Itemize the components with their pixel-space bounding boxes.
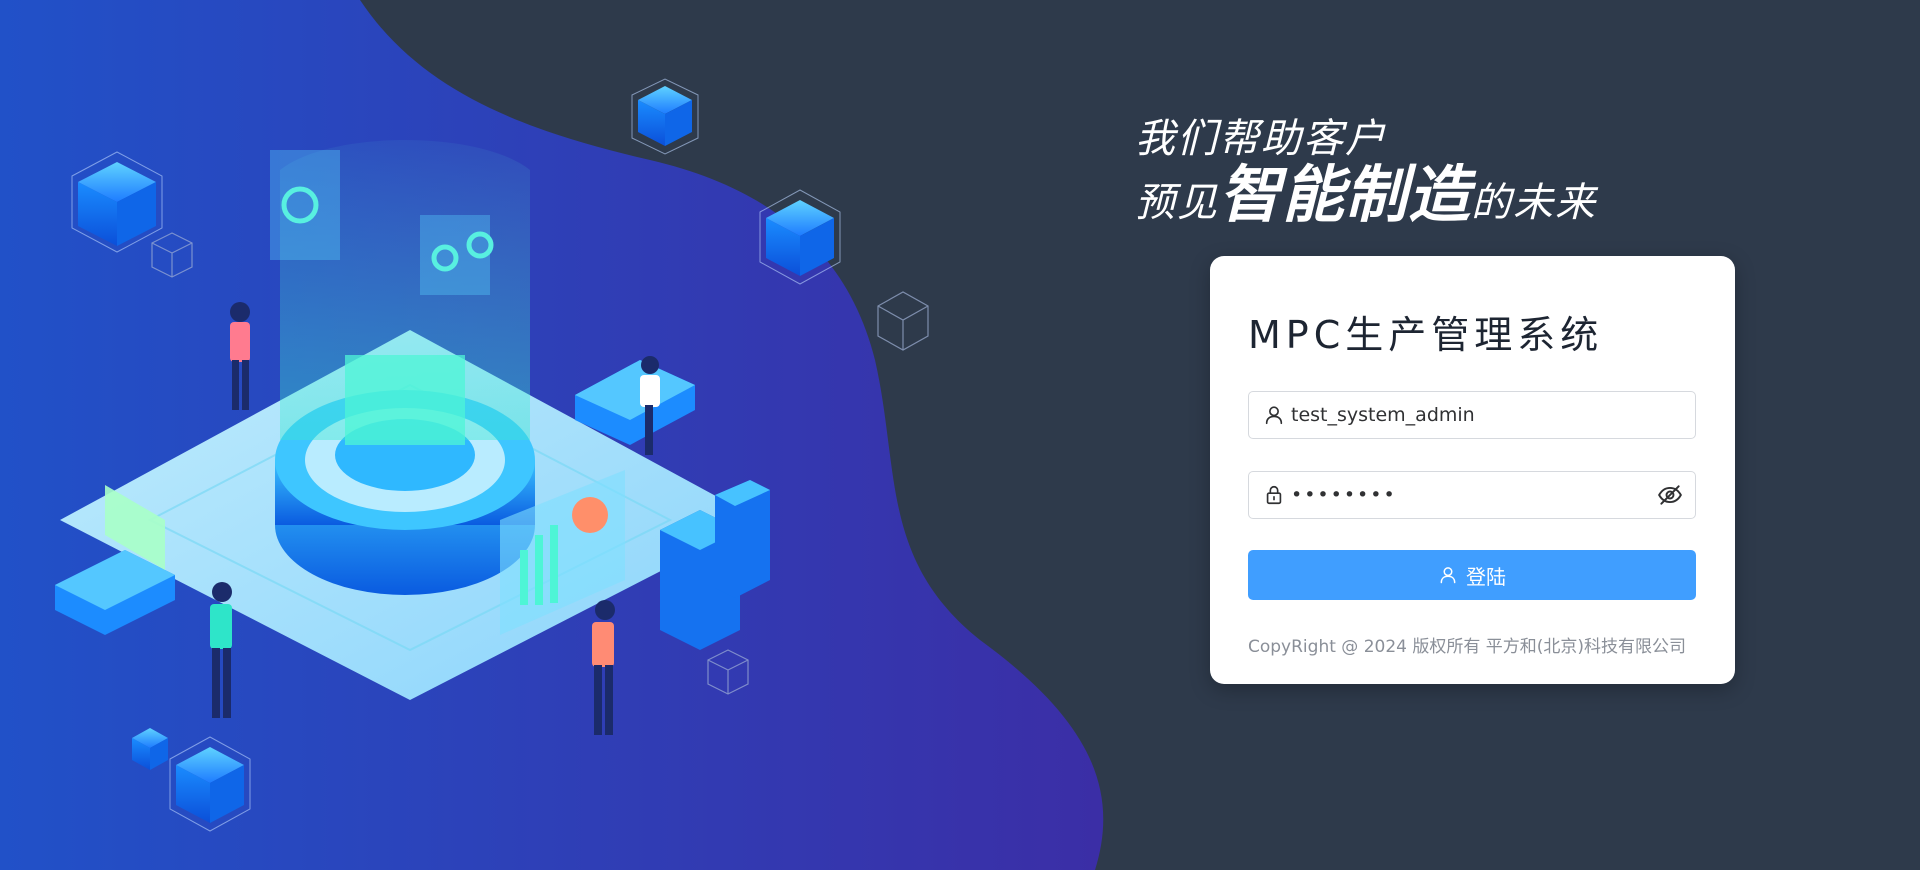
password-field[interactable] bbox=[1248, 471, 1696, 519]
user-icon bbox=[1440, 567, 1456, 584]
login-button-label: 登陆 bbox=[1466, 564, 1506, 589]
slogan-prefix: 预见 bbox=[1135, 180, 1219, 226]
slogan-emphasis: 智能制造 bbox=[1219, 158, 1472, 231]
login-title: MPC生产管理系统 bbox=[1248, 313, 1604, 357]
login-card: MPC生产管理系统 test_system_admin •••••••• 登陆 … bbox=[1210, 256, 1735, 684]
password-input[interactable] bbox=[1291, 484, 1657, 506]
user-icon bbox=[1265, 406, 1283, 425]
eye-off-icon[interactable] bbox=[1657, 482, 1683, 508]
login-button[interactable]: 登陆 bbox=[1248, 550, 1696, 600]
slogan-line-1: 我们帮助客户 bbox=[1135, 116, 1387, 162]
username-input[interactable] bbox=[1291, 404, 1695, 426]
lock-icon bbox=[1266, 485, 1282, 505]
copyright-text: CopyRight @ 2024 版权所有 平方和(北京)科技有限公司 bbox=[1248, 637, 1687, 657]
slogan-suffix: 的未来 bbox=[1471, 180, 1598, 226]
login-page: 我们帮助客户 预见智能制造的未来 MPC生产管理系统 test_system_a… bbox=[0, 0, 1920, 870]
hero-slogan: 我们帮助客户 预见智能制造的未来 bbox=[1135, 118, 1597, 227]
slogan-line-2: 预见智能制造的未来 bbox=[1135, 162, 1597, 227]
username-field[interactable] bbox=[1248, 391, 1696, 439]
